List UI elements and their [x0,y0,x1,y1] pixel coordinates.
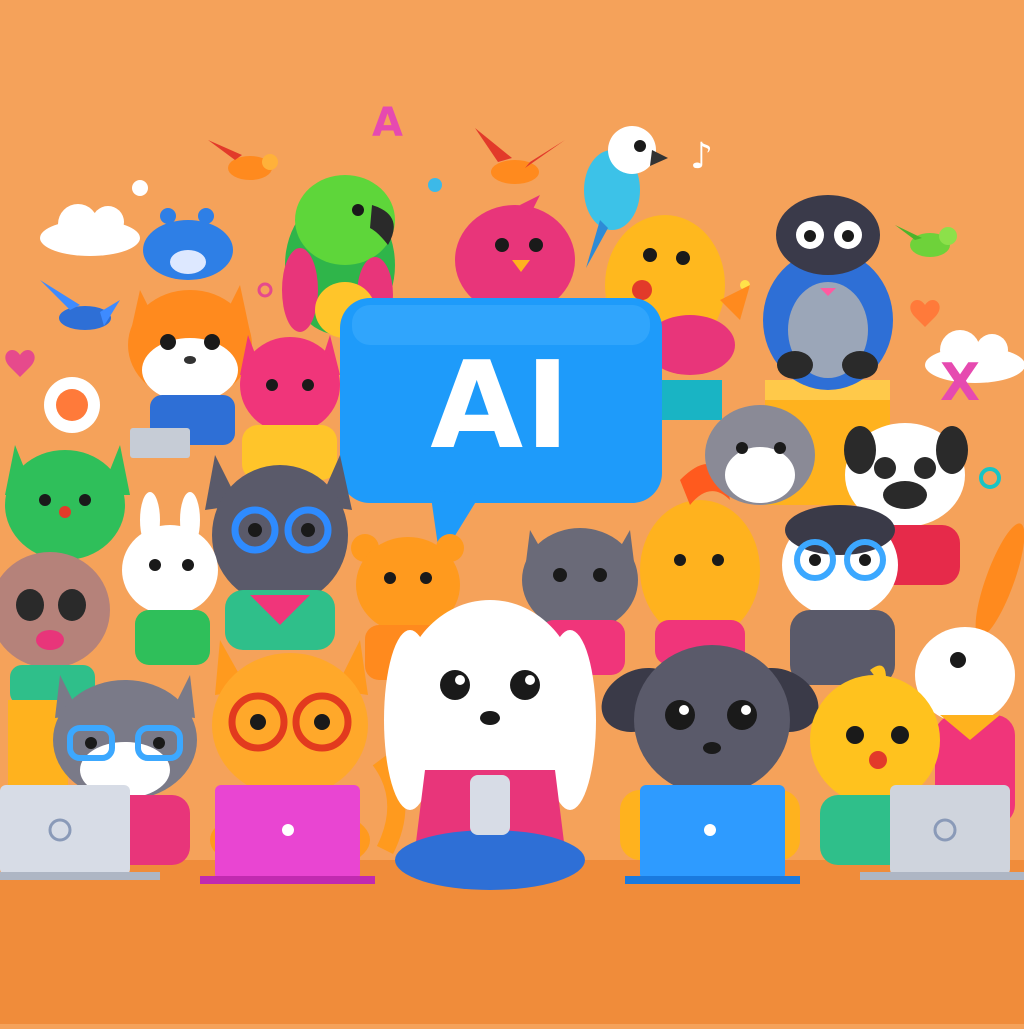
grey-cat-glasses [205,455,352,650]
decor-dot [428,178,442,192]
illustration: A X ♪ AI [0,0,1024,1024]
speech-bubble-label-wrap: AI [340,298,662,560]
teal-box [662,380,722,420]
laptop-3 [625,785,800,884]
laptop-2 [200,785,375,884]
flower-icon [132,180,148,196]
decor-letter-a: A [372,100,403,146]
grey-cat-blue-glasses [782,505,898,685]
white-dog [384,600,596,890]
brown-puppy [0,552,110,705]
grey-white-cat [705,405,815,505]
pink-cat [240,335,340,480]
music-note-icon: ♪ [690,136,713,177]
ring-icon-inner [56,389,88,421]
orange-cat [128,285,252,458]
speech-bubble-text: AI [430,336,572,476]
decor-letter-x: X [940,353,980,413]
